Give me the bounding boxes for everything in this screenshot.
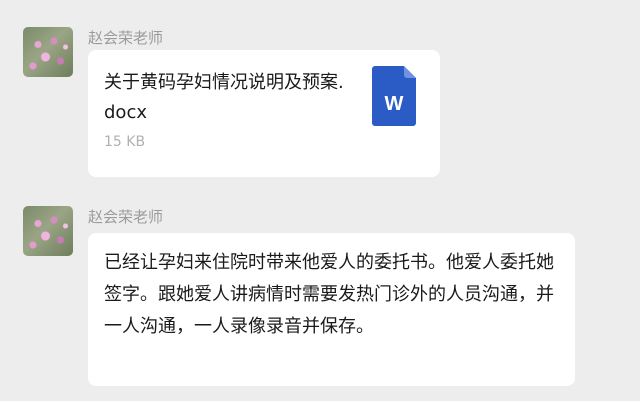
sender-avatar[interactable] xyxy=(23,27,73,77)
sender-name: 赵会荣老师 xyxy=(88,29,164,47)
word-doc-icon: W xyxy=(372,66,416,126)
file-name: 关于黄码孕妇情况说明及预案.docx xyxy=(104,72,344,123)
sender-name: 赵会荣老师 xyxy=(88,208,164,226)
file-size: 15 KB xyxy=(104,134,146,150)
sender-avatar[interactable] xyxy=(23,206,73,256)
word-doc-letter: W xyxy=(385,93,404,115)
message-text: 已经让孕妇来住院时带来他爱人的委托书。他爱人委托她签字。跟她爱人讲病情时需要发热… xyxy=(104,252,554,337)
text-message-bubble[interactable]: 已经让孕妇来住院时带来他爱人的委托书。他爱人委托她签字。跟她爱人讲病情时需要发热… xyxy=(88,233,575,386)
file-message-bubble[interactable]: 关于黄码孕妇情况说明及预案.docx 15 KB W xyxy=(88,50,440,177)
